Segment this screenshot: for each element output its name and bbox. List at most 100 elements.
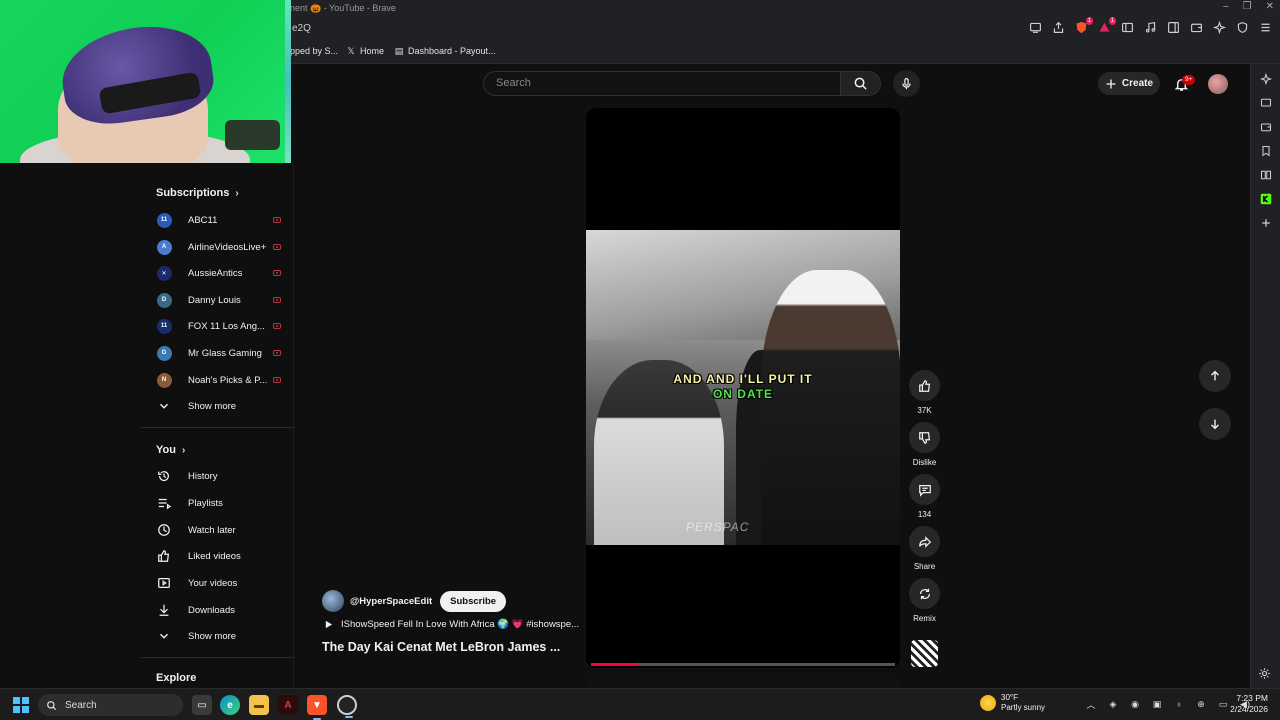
channel-avatar: 11 — [156, 318, 172, 334]
url-field[interactable]: e2Q — [292, 23, 311, 34]
cast-icon[interactable] — [1028, 20, 1042, 34]
share-page-icon[interactable] — [1051, 20, 1065, 34]
history-icon — [156, 468, 172, 484]
subscription-item[interactable]: ✕ AussieAntics — [156, 262, 281, 284]
restore-button[interactable]: ❐ — [1243, 1, 1252, 12]
subscriptions-heading[interactable]: Subscriptions › — [156, 187, 239, 199]
sidebar-toggle-icon[interactable] — [1120, 20, 1134, 34]
window-controls: – ❐ ✕ — [1223, 1, 1274, 12]
comment-count: 134 — [917, 510, 932, 519]
page-icon: ▤ — [394, 45, 404, 56]
dislike-button[interactable] — [909, 422, 940, 453]
chevron-right-icon: › — [235, 187, 239, 199]
explore-heading: Explore — [156, 672, 197, 684]
like-button[interactable] — [909, 370, 940, 401]
bookmarks-panel-icon[interactable] — [1259, 144, 1273, 158]
you-heading[interactable]: You › — [156, 444, 185, 456]
wallet-icon[interactable] — [1189, 20, 1203, 34]
remix-icon — [919, 588, 930, 599]
subscription-item[interactable]: 11 ABC11 — [156, 209, 281, 231]
brave-shields-icon[interactable]: 1 — [1074, 17, 1093, 34]
arrow-down-icon — [1211, 419, 1219, 430]
talk-icon[interactable] — [1259, 96, 1273, 110]
tray-app-icon[interactable]: ◉ — [1128, 697, 1142, 711]
close-window-button[interactable]: ✕ — [1266, 1, 1274, 12]
like-action: 37K — [909, 370, 940, 415]
file-explorer-icon[interactable]: ▬ — [249, 695, 269, 715]
windows-start-button[interactable] — [13, 697, 29, 713]
sound-thumbnail[interactable] — [911, 640, 938, 667]
add-panel-icon[interactable] — [1259, 216, 1273, 230]
adobe-app-icon[interactable]: A — [278, 695, 298, 715]
live-icon — [273, 244, 281, 250]
gear-icon[interactable] — [1258, 667, 1272, 681]
edge-browser-icon[interactable]: e — [220, 695, 240, 715]
remix-button[interactable] — [909, 578, 940, 609]
show-more-subscriptions[interactable]: Show more — [156, 395, 281, 417]
guide-item-liked-videos[interactable]: Liked videos — [156, 545, 281, 567]
share-arrow-icon — [918, 535, 931, 548]
search-button[interactable] — [841, 71, 881, 96]
video-caption: ON DATE — [712, 387, 774, 401]
kick-app-icon[interactable] — [1259, 192, 1273, 206]
shorts-player[interactable]: AND AND I'LL PUT IT ON DATE PERSPAC — [586, 108, 900, 668]
split-view-icon[interactable] — [1166, 20, 1180, 34]
share-label: Share — [913, 562, 936, 571]
guide-item-playlists[interactable]: Playlists — [156, 492, 281, 514]
reading-list-icon[interactable] — [1259, 168, 1273, 182]
subscription-item[interactable]: A AirlineVideosLive+ — [156, 236, 281, 258]
share-button[interactable] — [909, 526, 940, 557]
previous-short-button[interactable] — [1199, 360, 1231, 392]
media-icon[interactable] — [1143, 20, 1157, 34]
globe-icon[interactable]: ⊕ — [1194, 697, 1208, 711]
tray-app-icon[interactable]: ▣ — [1150, 697, 1164, 711]
user-avatar[interactable] — [1208, 74, 1228, 94]
show-more-you[interactable]: Show more — [156, 625, 281, 647]
create-button[interactable]: Create — [1098, 72, 1160, 95]
comments-button[interactable] — [909, 474, 940, 505]
subscription-item[interactable]: D Danny Louis — [156, 289, 281, 311]
task-view-icon[interactable]: ▭ — [192, 695, 212, 715]
wallet-panel-icon[interactable] — [1259, 120, 1273, 134]
guide-item-downloads[interactable]: Downloads — [156, 599, 281, 621]
channel-handle[interactable]: @HyperSpaceEdit — [350, 596, 432, 607]
minimize-button[interactable]: – — [1223, 1, 1229, 12]
leo-panel-icon[interactable] — [1259, 72, 1273, 86]
video-frame[interactable]: AND AND I'LL PUT IT ON DATE PERSPAC — [586, 230, 900, 545]
guide-item-history[interactable]: History — [156, 465, 281, 487]
leo-ai-icon[interactable] — [1212, 20, 1226, 34]
subscription-item[interactable]: N Noah's Picks & P... — [156, 369, 281, 391]
bookmark-item[interactable]: 𝕏 Home — [346, 46, 384, 57]
brave-rewards-icon[interactable]: 1 — [1097, 17, 1116, 34]
subscribe-button[interactable]: Subscribe — [440, 590, 507, 612]
obs-app-icon[interactable] — [337, 695, 357, 718]
voice-search-button[interactable] — [893, 70, 920, 97]
subscription-item[interactable]: 11 FOX 11 Los Ang... — [156, 315, 281, 337]
guide-item-watch-later[interactable]: Watch later — [156, 519, 281, 541]
vpn-icon[interactable] — [1235, 20, 1249, 34]
window-title: nent 🎃 - YouTube - Brave — [290, 3, 396, 13]
channel-avatar: 11 — [156, 212, 172, 228]
bookmark-item[interactable]: ▤ Dashboard - Payout... — [394, 45, 496, 57]
next-short-button[interactable] — [1199, 408, 1231, 440]
taskbar-search[interactable]: Search — [38, 694, 183, 716]
network-app-icon[interactable]: ◈ — [1106, 697, 1120, 711]
short-title[interactable]: The Day Kai Cenat Met LeBron James ... — [322, 640, 560, 654]
progress-bar[interactable] — [591, 663, 895, 666]
brave-browser-icon[interactable]: ▼ — [307, 695, 327, 720]
menu-icon[interactable] — [1258, 20, 1272, 34]
chevron-up-icon[interactable]: ︿ — [1084, 697, 1098, 711]
weather-widget[interactable]: 30°F Partly sunny — [980, 693, 1045, 713]
channel-avatar[interactable] — [322, 590, 344, 612]
search-input[interactable]: Search — [483, 71, 841, 96]
remix-action: Remix — [909, 578, 940, 623]
system-clock[interactable]: 7:23 PM 2/24/2026 — [1226, 693, 1268, 715]
microphone-icon[interactable]: ♁ — [1172, 697, 1186, 711]
bookmark-item[interactable]: pped by S... — [290, 46, 338, 56]
subscription-item[interactable]: G Mr Glass Gaming — [156, 342, 281, 364]
thumbs-up-icon — [918, 379, 930, 392]
share-action: Share — [909, 526, 940, 571]
windows-taskbar: Search ▭ e ▬ A ▼ 30°F Partly sunny ︿ ◈ ◉ … — [0, 688, 1280, 720]
guide-item-your-videos[interactable]: Your videos — [156, 572, 281, 594]
music-link[interactable]: IShowSpeed Fell In Love With Africa 🌍 💗 … — [324, 619, 579, 630]
